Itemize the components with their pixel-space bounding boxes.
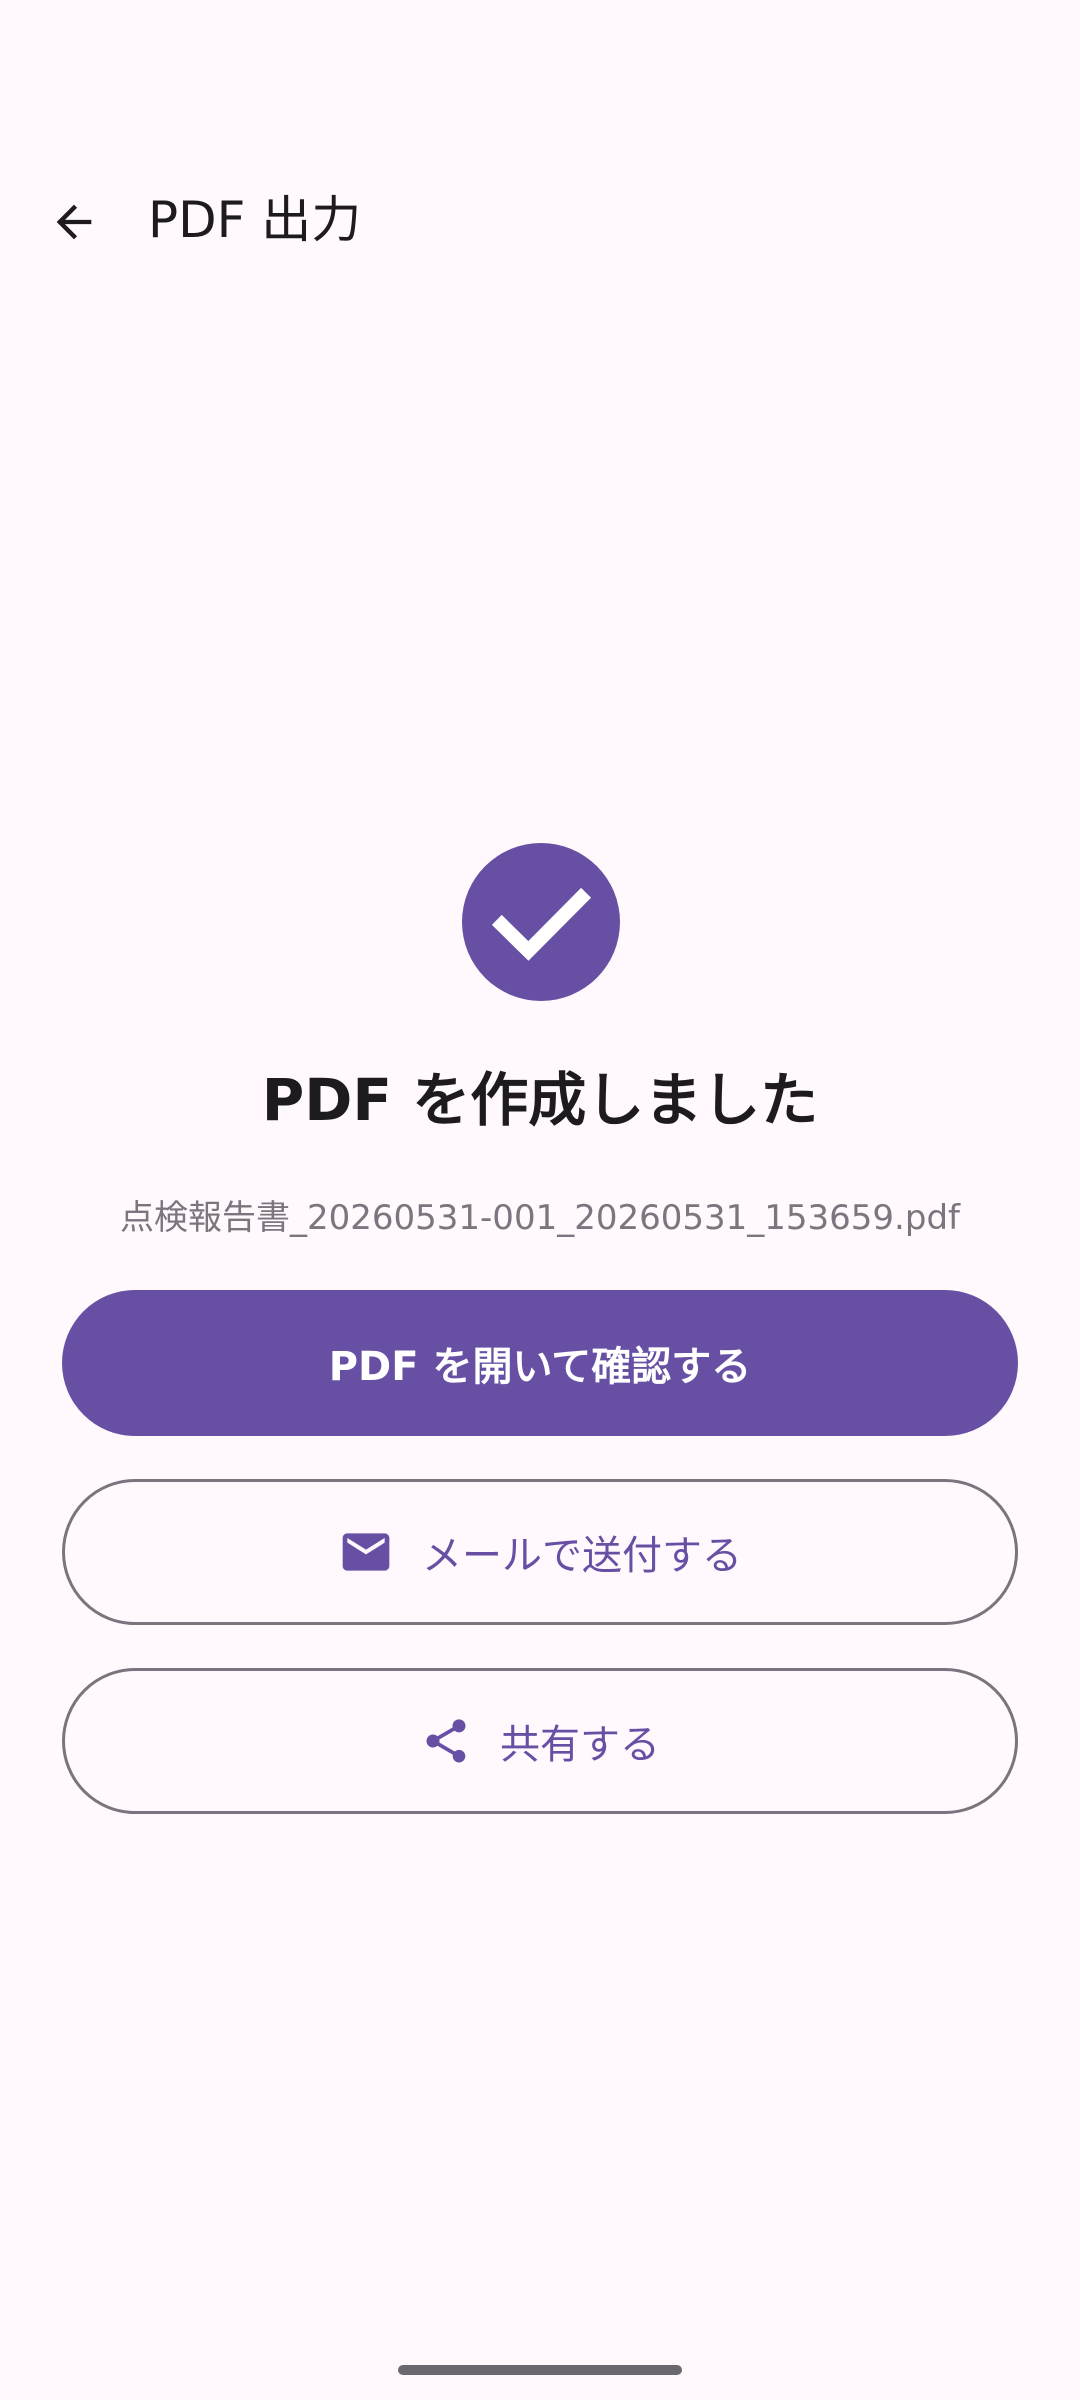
status-bar	[0, 0, 1080, 120]
mail-icon	[338, 1524, 394, 1580]
back-button[interactable]	[34, 182, 114, 262]
arrow-back-icon	[56, 204, 92, 240]
open-pdf-button[interactable]: PDF を開いて確認する	[62, 1290, 1018, 1436]
share-button[interactable]: 共有する	[62, 1668, 1018, 1814]
open-pdf-button-label: PDF を開いて確認する	[328, 1344, 752, 1390]
share-icon	[420, 1715, 472, 1767]
page-title: PDF 出力	[148, 191, 362, 249]
share-button-label: 共有する	[500, 1722, 660, 1768]
pdf-filename: 点検報告書_20260531-001_20260531_153659.pdf	[119, 1198, 960, 1238]
send-mail-button-label: メールで送付する	[422, 1533, 742, 1579]
top-app-bar: PDF 出力	[0, 160, 1080, 280]
check-circle-icon	[462, 843, 620, 1001]
send-mail-button[interactable]: メールで送付する	[62, 1479, 1018, 1625]
home-indicator[interactable]	[398, 2365, 682, 2375]
success-headline: PDF を作成しました	[261, 1066, 819, 1134]
